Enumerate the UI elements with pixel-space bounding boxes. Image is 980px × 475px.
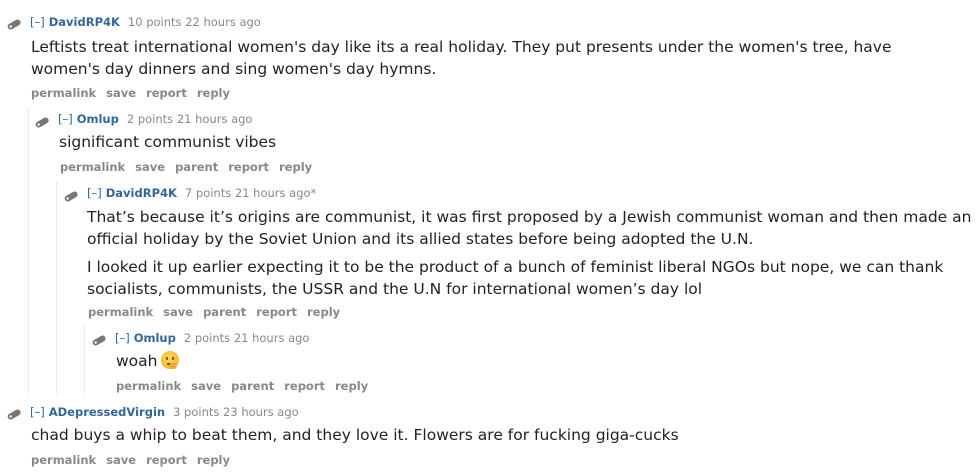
- parent-link[interactable]: parent: [175, 160, 218, 174]
- tag-icon: [5, 18, 25, 30]
- comment-actions: permalink save report reply: [31, 86, 240, 100]
- timestamp: 23 hours ago: [223, 405, 299, 419]
- timestamp: 21 hours ago: [176, 112, 253, 126]
- collapse-toggle[interactable]: [–]: [58, 112, 73, 126]
- save-link[interactable]: save: [106, 453, 136, 467]
- author-link[interactable]: Omlup: [77, 112, 119, 126]
- score: 2 points: [126, 112, 174, 126]
- comment-body-line: I looked it up earlier expecting it to b…: [87, 258, 944, 276]
- timestamp: 21 hours ago: [233, 331, 310, 345]
- permalink-link[interactable]: permalink: [88, 305, 153, 319]
- collapse-toggle[interactable]: [–]: [87, 186, 102, 200]
- tag-icon: [90, 334, 110, 346]
- reply-link[interactable]: reply: [307, 305, 340, 319]
- author-link[interactable]: DavidRP4K: [106, 186, 177, 200]
- comment-actions: permalink save report reply: [31, 453, 240, 467]
- report-link[interactable]: report: [284, 379, 325, 393]
- score: 3 points: [173, 405, 220, 419]
- comment-body-line: official holiday by the Soviet Union and…: [87, 230, 754, 248]
- comment-body-line: chad buys a whip to beat them, and they …: [31, 426, 679, 444]
- comment-meta: [–] DavidRP4K 10 points 22 hours ago: [30, 15, 261, 29]
- score: 2 points: [183, 331, 231, 345]
- child-thread-line: [28, 108, 29, 398]
- tag-icon: [5, 408, 25, 420]
- comment-body-text: woah: [116, 352, 158, 370]
- comment-actions: permalink save parent report reply: [60, 160, 322, 174]
- child-thread-line: [56, 182, 57, 396]
- author-link[interactable]: DavidRP4K: [49, 15, 120, 29]
- timestamp: 22 hours ago: [185, 15, 261, 29]
- permalink-link[interactable]: permalink: [31, 453, 96, 467]
- report-link[interactable]: report: [228, 160, 269, 174]
- permalink-link[interactable]: permalink: [31, 86, 96, 100]
- comment-body-line: woah: [116, 350, 180, 373]
- parent-link[interactable]: parent: [231, 379, 274, 393]
- report-link[interactable]: report: [146, 453, 187, 467]
- report-link[interactable]: report: [146, 86, 187, 100]
- permalink-link[interactable]: permalink: [60, 160, 125, 174]
- report-link[interactable]: report: [256, 305, 297, 319]
- comment-actions: permalink save parent report reply: [88, 305, 350, 319]
- comment-body-line: Leftists treat international women's day…: [31, 38, 892, 56]
- collapse-toggle[interactable]: [–]: [30, 405, 45, 419]
- comment-body-line: significant communist vibes: [59, 133, 277, 151]
- save-link[interactable]: save: [135, 160, 165, 174]
- parent-link[interactable]: parent: [203, 305, 246, 319]
- reply-link[interactable]: reply: [197, 453, 230, 467]
- author-link[interactable]: ADepressedVirgin: [49, 405, 165, 419]
- comment-body-line: socialists, communists, the USSR and the…: [87, 280, 703, 298]
- author-link[interactable]: Omlup: [134, 331, 176, 345]
- tag-icon: [33, 116, 53, 128]
- child-thread-line: [84, 326, 85, 396]
- reply-link[interactable]: reply: [279, 160, 312, 174]
- permalink-link[interactable]: permalink: [116, 379, 181, 393]
- comment-body-line: women's day dinners and sing women's day…: [31, 60, 437, 78]
- save-link[interactable]: save: [163, 305, 193, 319]
- comment-body-line: That’s because it’s origins are communis…: [87, 208, 972, 226]
- collapse-toggle[interactable]: [–]: [30, 15, 45, 29]
- comment-meta: [–] DavidRP4K 7 points 21 hours ago*: [87, 186, 316, 200]
- score: 10 points: [127, 15, 182, 29]
- save-link[interactable]: save: [191, 379, 221, 393]
- comment-meta: [–] Omlup 2 points 21 hours ago: [115, 331, 309, 345]
- timestamp: 21 hours ago*: [234, 186, 317, 200]
- reply-link[interactable]: reply: [197, 86, 230, 100]
- score: 7 points: [184, 186, 232, 200]
- reply-link[interactable]: reply: [335, 379, 368, 393]
- thinking-face-emoji: [161, 351, 180, 369]
- collapse-toggle[interactable]: [–]: [115, 331, 130, 345]
- comment-meta: [–] Omlup 2 points 21 hours ago: [58, 112, 252, 126]
- save-link[interactable]: save: [106, 86, 136, 100]
- tag-icon: [62, 190, 82, 202]
- comment-actions: permalink save parent report reply: [116, 379, 378, 393]
- comment-meta: [–] ADepressedVirgin 3 points 23 hours ago: [30, 405, 299, 419]
